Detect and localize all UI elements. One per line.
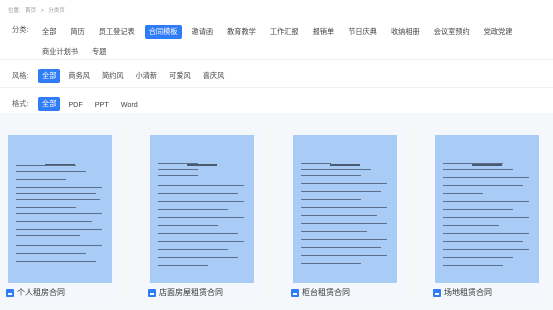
category-chip-party-building[interactable]: 党政党建 xyxy=(480,25,517,39)
template-thumbnail[interactable] xyxy=(8,135,112,283)
category-chip-all[interactable]: 全部 xyxy=(38,25,60,39)
breadcrumb-home-link[interactable]: 首页 xyxy=(25,8,36,14)
category-filter-row: 分类: 全部 简历 员工登记表 合同模板 邀请函 教育教学 工作汇报 报销单 节… xyxy=(12,25,532,59)
results-top-band xyxy=(0,113,553,127)
template-card[interactable]: 店面房屋租赁合同 xyxy=(142,127,263,303)
style-chip-all[interactable]: 全部 xyxy=(38,69,61,83)
category-chip-work-report[interactable]: 工作汇报 xyxy=(266,25,303,39)
category-chip-festival[interactable]: 节日庆典 xyxy=(344,25,381,39)
category-chip-invitation[interactable]: 邀请函 xyxy=(188,25,218,39)
template-title-text: 柜台租赁合同 xyxy=(302,288,350,297)
category-chip-resume[interactable]: 简历 xyxy=(66,25,88,39)
style-chip-business[interactable]: 商务风 xyxy=(64,69,94,83)
template-title[interactable]: 场地租赁合同 xyxy=(433,287,492,298)
format-chip-all[interactable]: 全部 xyxy=(38,97,61,111)
style-filter-row: 风格: 全部 商务风 简约风 小清新 可爱风 喜庆风 xyxy=(12,69,232,83)
template-card[interactable]: 个人租房合同 xyxy=(0,127,121,303)
style-chip-festive[interactable]: 喜庆风 xyxy=(199,69,229,83)
document-icon xyxy=(148,288,156,297)
category-chip-business-plan[interactable]: 商业计划书 xyxy=(38,45,82,59)
template-grid: 个人租房合同 店面房屋租赁合同 柜台租赁合同 场地租赁合同 xyxy=(0,127,553,310)
template-title[interactable]: 柜台租赁合同 xyxy=(291,287,350,298)
category-chip-employee-form[interactable]: 员工登记表 xyxy=(95,25,139,39)
breadcrumb-separator: > xyxy=(40,8,44,14)
format-filter-row: 格式: 全部 PDF PPT Word xyxy=(12,97,146,111)
category-chip-album[interactable]: 收纳相册 xyxy=(387,25,424,39)
template-title[interactable]: 个人租房合同 xyxy=(6,287,65,298)
template-card[interactable]: 柜台租赁合同 xyxy=(285,127,406,303)
template-title-text: 场地租赁合同 xyxy=(444,288,492,297)
category-chip-meeting-room[interactable]: 会议室预约 xyxy=(430,25,474,39)
breadcrumb-prefix: 位置: xyxy=(8,8,21,14)
category-chip-expense-form[interactable]: 报销单 xyxy=(309,25,339,39)
document-icon xyxy=(433,288,441,297)
style-filter-label: 风格: xyxy=(12,71,29,80)
template-thumbnail[interactable] xyxy=(293,135,397,283)
style-chip-minimal[interactable]: 简约风 xyxy=(98,69,128,83)
format-filter-label: 格式: xyxy=(12,99,29,108)
category-chip-topic[interactable]: 专题 xyxy=(88,45,110,59)
category-chip-contract-template[interactable]: 合同模板 xyxy=(144,25,182,39)
document-icon xyxy=(291,288,299,297)
template-thumbnail[interactable] xyxy=(150,135,254,283)
template-thumbnail[interactable] xyxy=(435,135,539,283)
breadcrumb: 位置: 首页 > 分类页 xyxy=(8,6,68,14)
category-chip-education[interactable]: 教育教学 xyxy=(223,25,260,39)
document-icon xyxy=(6,288,14,297)
format-chip-word[interactable]: Word xyxy=(117,98,142,111)
format-chip-ppt[interactable]: PPT xyxy=(91,98,113,111)
style-chip-fresh[interactable]: 小清新 xyxy=(132,69,162,83)
divider xyxy=(0,59,553,60)
category-filter-label: 分类: xyxy=(12,25,29,34)
template-title-text: 店面房屋租赁合同 xyxy=(159,288,223,297)
divider xyxy=(0,87,553,88)
format-chip-pdf[interactable]: PDF xyxy=(64,98,86,111)
template-title-text: 个人租房合同 xyxy=(17,288,65,297)
breadcrumb-current: 分类页 xyxy=(48,8,65,14)
template-card[interactable]: 场地租赁合同 xyxy=(427,127,548,303)
template-title[interactable]: 店面房屋租赁合同 xyxy=(148,287,223,298)
style-chip-cute[interactable]: 可爱风 xyxy=(165,69,195,83)
